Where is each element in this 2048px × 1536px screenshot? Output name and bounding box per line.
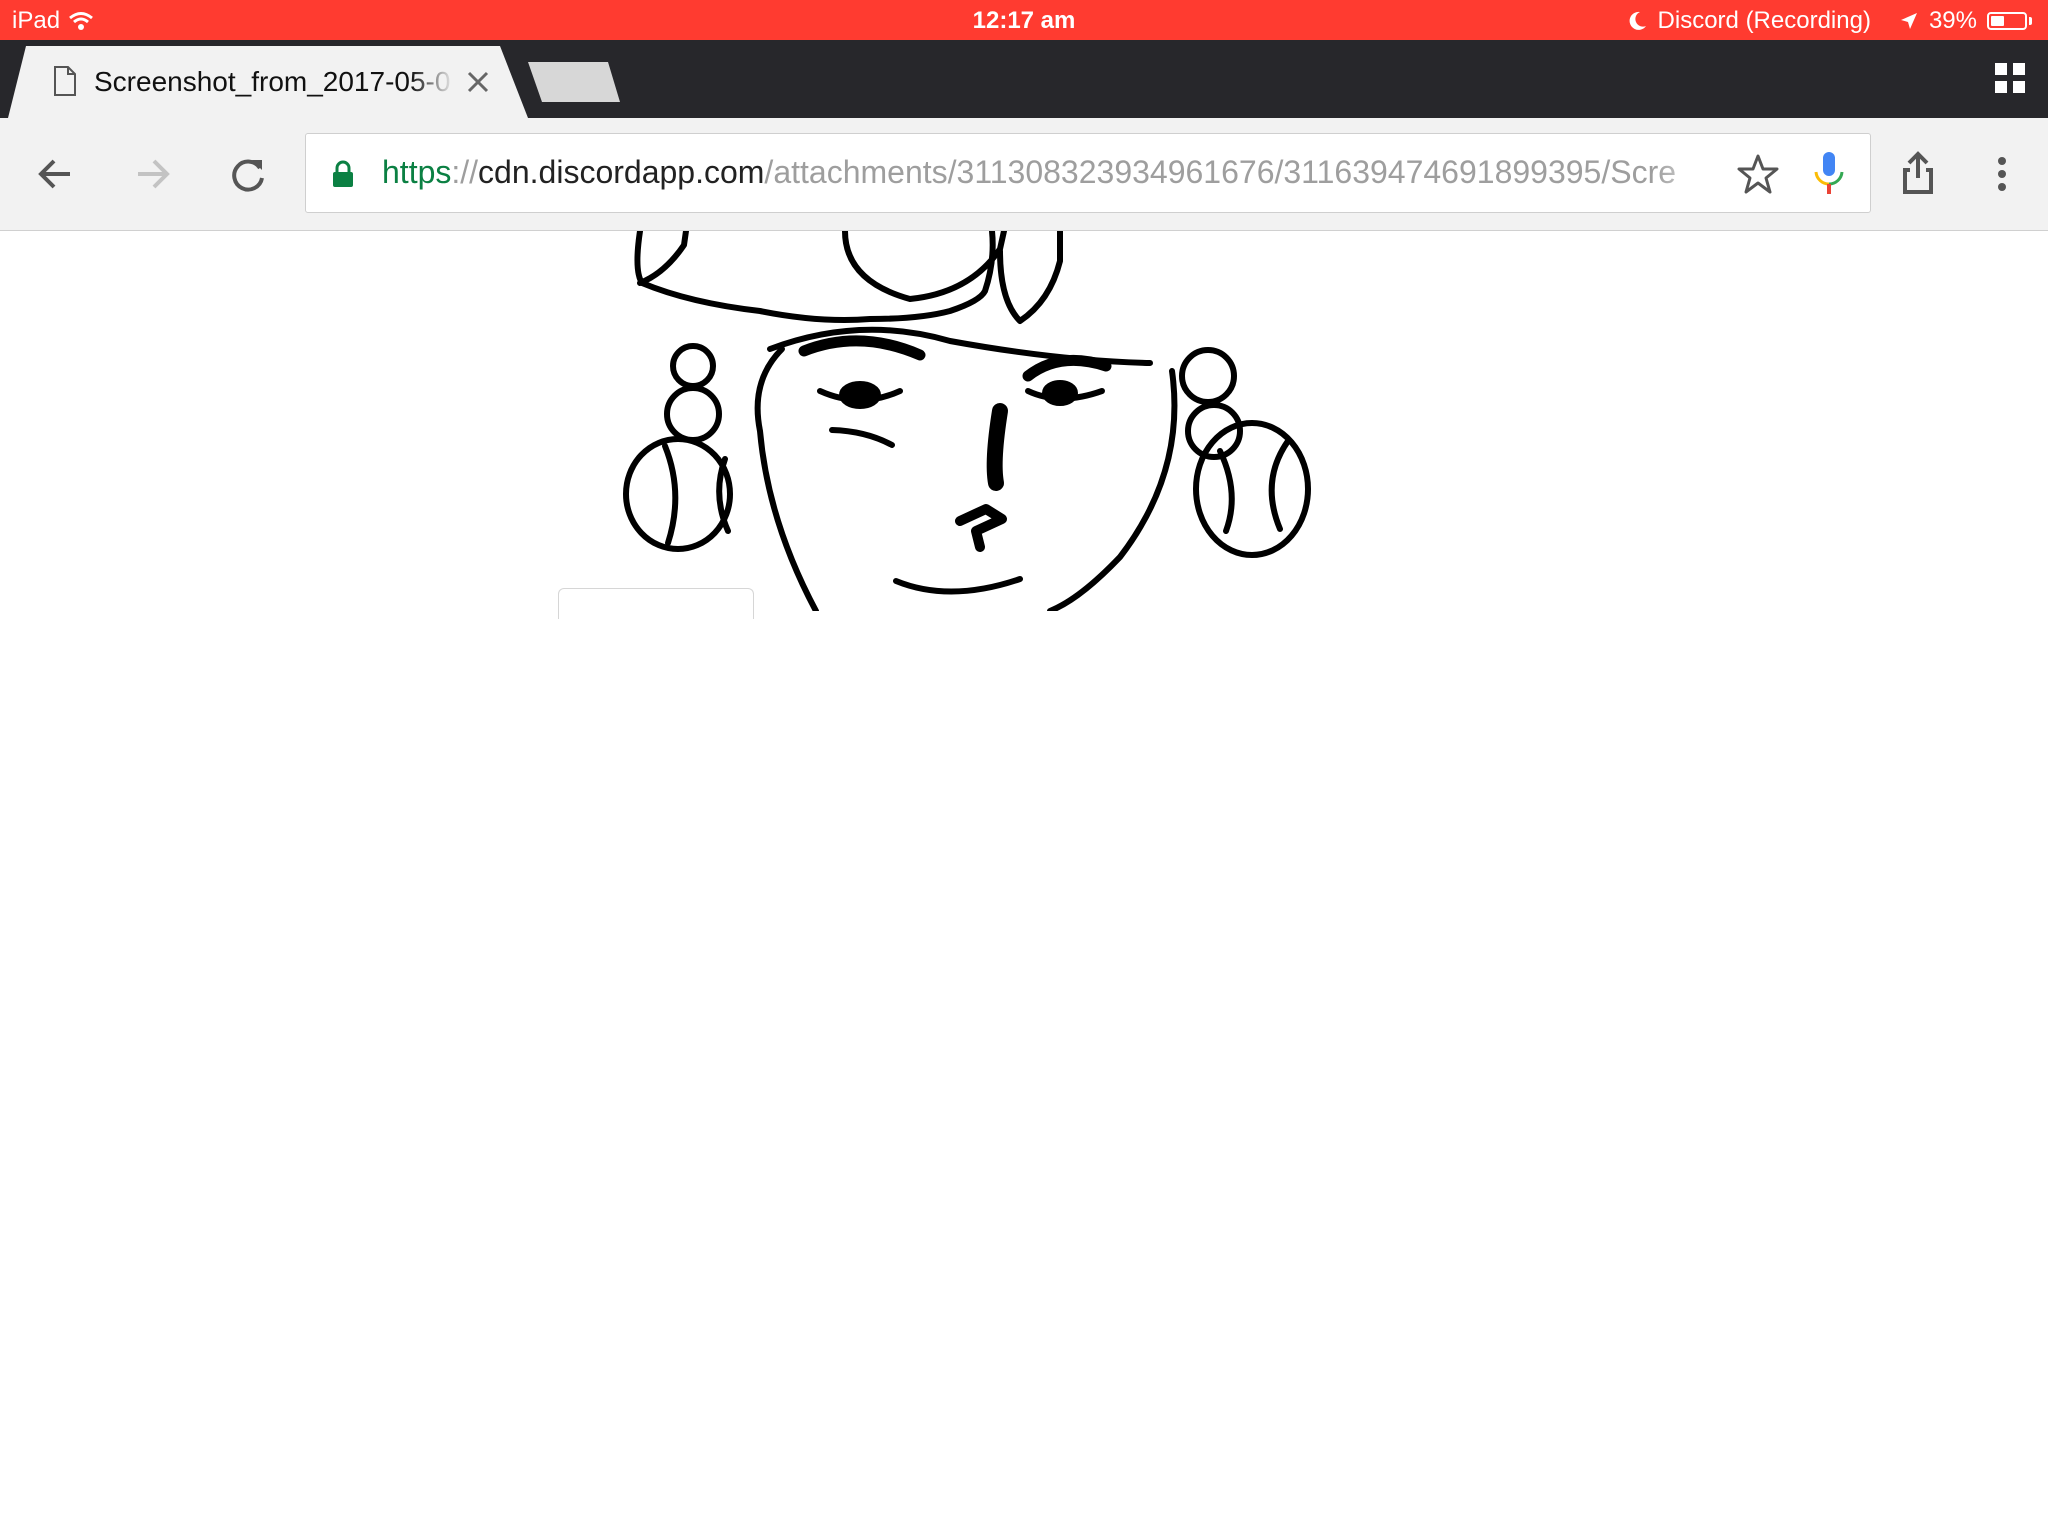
tab-strip: Screenshot_from_2017-05-0	[0, 40, 2048, 118]
url-separator: ://	[451, 154, 479, 190]
url-text: https://cdn.discordapp.com/attachments/3…	[382, 154, 1722, 191]
location-arrow-icon	[1900, 13, 1917, 29]
url-path: /attachments/311308323934961676/31163947…	[764, 154, 1677, 190]
battery-icon	[1987, 12, 2027, 30]
url-host: cdn.discordapp.com	[478, 154, 765, 190]
menu-icon[interactable]	[1976, 148, 2028, 200]
close-icon[interactable]	[462, 66, 494, 98]
back-icon[interactable]	[30, 148, 82, 200]
app-recording-status: Discord (Recording)	[1657, 7, 1871, 34]
page-overlay-box	[558, 588, 754, 619]
address-bar[interactable]: https://cdn.discordapp.com/attachments/3…	[305, 133, 1871, 213]
ios-status-bar: iPad 12:17 am Discord (Recording) 39%	[0, 0, 2048, 40]
reload-icon[interactable]	[222, 148, 274, 200]
moon-icon	[1629, 11, 1646, 30]
battery-percent: 39%	[1928, 7, 1977, 34]
face-drawing-image	[623, 231, 1311, 611]
share-icon[interactable]	[1892, 148, 1944, 200]
new-tab-icon[interactable]	[528, 62, 620, 102]
url-scheme: https	[382, 154, 452, 190]
tab-active[interactable]: Screenshot_from_2017-05-0	[8, 46, 528, 118]
tab-switcher-icon[interactable]	[1994, 62, 2026, 94]
bookmark-star-icon[interactable]	[1736, 152, 1780, 196]
page-content	[0, 231, 2048, 1536]
lock-icon	[333, 160, 353, 187]
mic-icon[interactable]	[1812, 150, 1846, 198]
tab-title: Screenshot_from_2017-05-0	[94, 66, 451, 97]
file-icon	[54, 66, 76, 96]
battery-nub	[2029, 17, 2032, 25]
status-right: Discord (Recording) 39%	[1628, 7, 2032, 35]
forward-icon[interactable]	[126, 148, 178, 200]
browser-toolbar: https://cdn.discordapp.com/attachments/3…	[0, 118, 2048, 231]
